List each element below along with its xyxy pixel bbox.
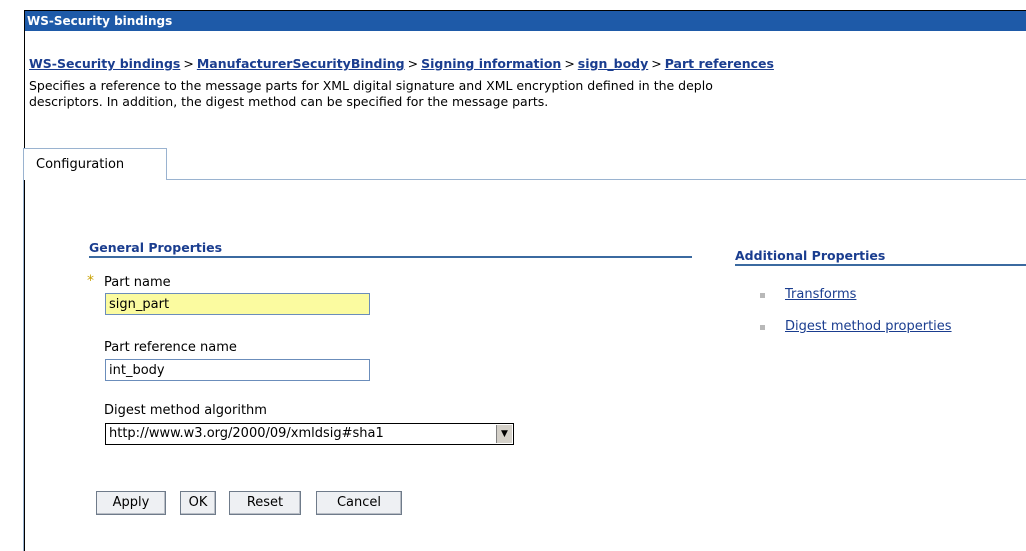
chevron-down-icon[interactable]: ▼ xyxy=(496,425,512,443)
apply-button[interactable]: Apply xyxy=(96,491,166,515)
breadcrumb-separator: > xyxy=(407,56,419,71)
reset-button[interactable]: Reset xyxy=(229,491,301,515)
general-properties-title: General Properties xyxy=(89,240,223,255)
breadcrumb-sign-body[interactable]: sign_body xyxy=(578,56,648,71)
part-name-label: Part name xyxy=(104,275,171,290)
digest-method-properties-link[interactable]: Digest method properties xyxy=(785,319,952,334)
tab-configuration[interactable]: Configuration xyxy=(23,148,167,180)
required-marker-icon: * xyxy=(87,273,94,289)
ok-button[interactable]: OK xyxy=(180,491,216,515)
tab-baseline xyxy=(166,179,1026,180)
bullet-icon xyxy=(760,293,765,298)
breadcrumb-manufacturer-security-binding[interactable]: ManufacturerSecurityBinding xyxy=(197,56,405,71)
window-title: WS-Security bindings xyxy=(27,14,173,28)
part-reference-name-input[interactable] xyxy=(105,359,370,381)
page-description: Specifies a reference to the message par… xyxy=(29,78,713,109)
breadcrumb-ws-security-bindings[interactable]: WS-Security bindings xyxy=(29,56,180,71)
additional-properties-rule xyxy=(735,264,1026,266)
digest-method-select[interactable]: http://www.w3.org/2000/09/xmldsig#sha1 ▼ xyxy=(105,423,514,445)
breadcrumb: WS-Security bindings > ManufacturerSecurit… xyxy=(29,56,774,71)
breadcrumb-separator: > xyxy=(564,56,575,71)
breadcrumb-signing-information[interactable]: Signing information xyxy=(421,56,561,71)
breadcrumb-part-references[interactable]: Part references xyxy=(665,56,774,71)
panel-border xyxy=(23,180,24,551)
cancel-button[interactable]: Cancel xyxy=(316,491,402,515)
transforms-link[interactable]: Transforms xyxy=(785,287,856,302)
digest-method-label: Digest method algorithm xyxy=(104,403,267,418)
tab-configuration-label: Configuration xyxy=(36,157,125,172)
breadcrumb-separator: > xyxy=(183,56,194,71)
part-name-input[interactable] xyxy=(105,293,370,315)
general-properties-rule xyxy=(89,256,692,258)
additional-properties-title: Additional Properties xyxy=(735,248,886,263)
window-titlebar: WS-Security bindings xyxy=(25,11,1026,31)
bullet-icon xyxy=(760,325,765,330)
part-reference-name-label: Part reference name xyxy=(104,340,237,355)
digest-method-value: http://www.w3.org/2000/09/xmldsig#sha1 xyxy=(109,426,384,441)
breadcrumb-separator: > xyxy=(651,56,662,71)
